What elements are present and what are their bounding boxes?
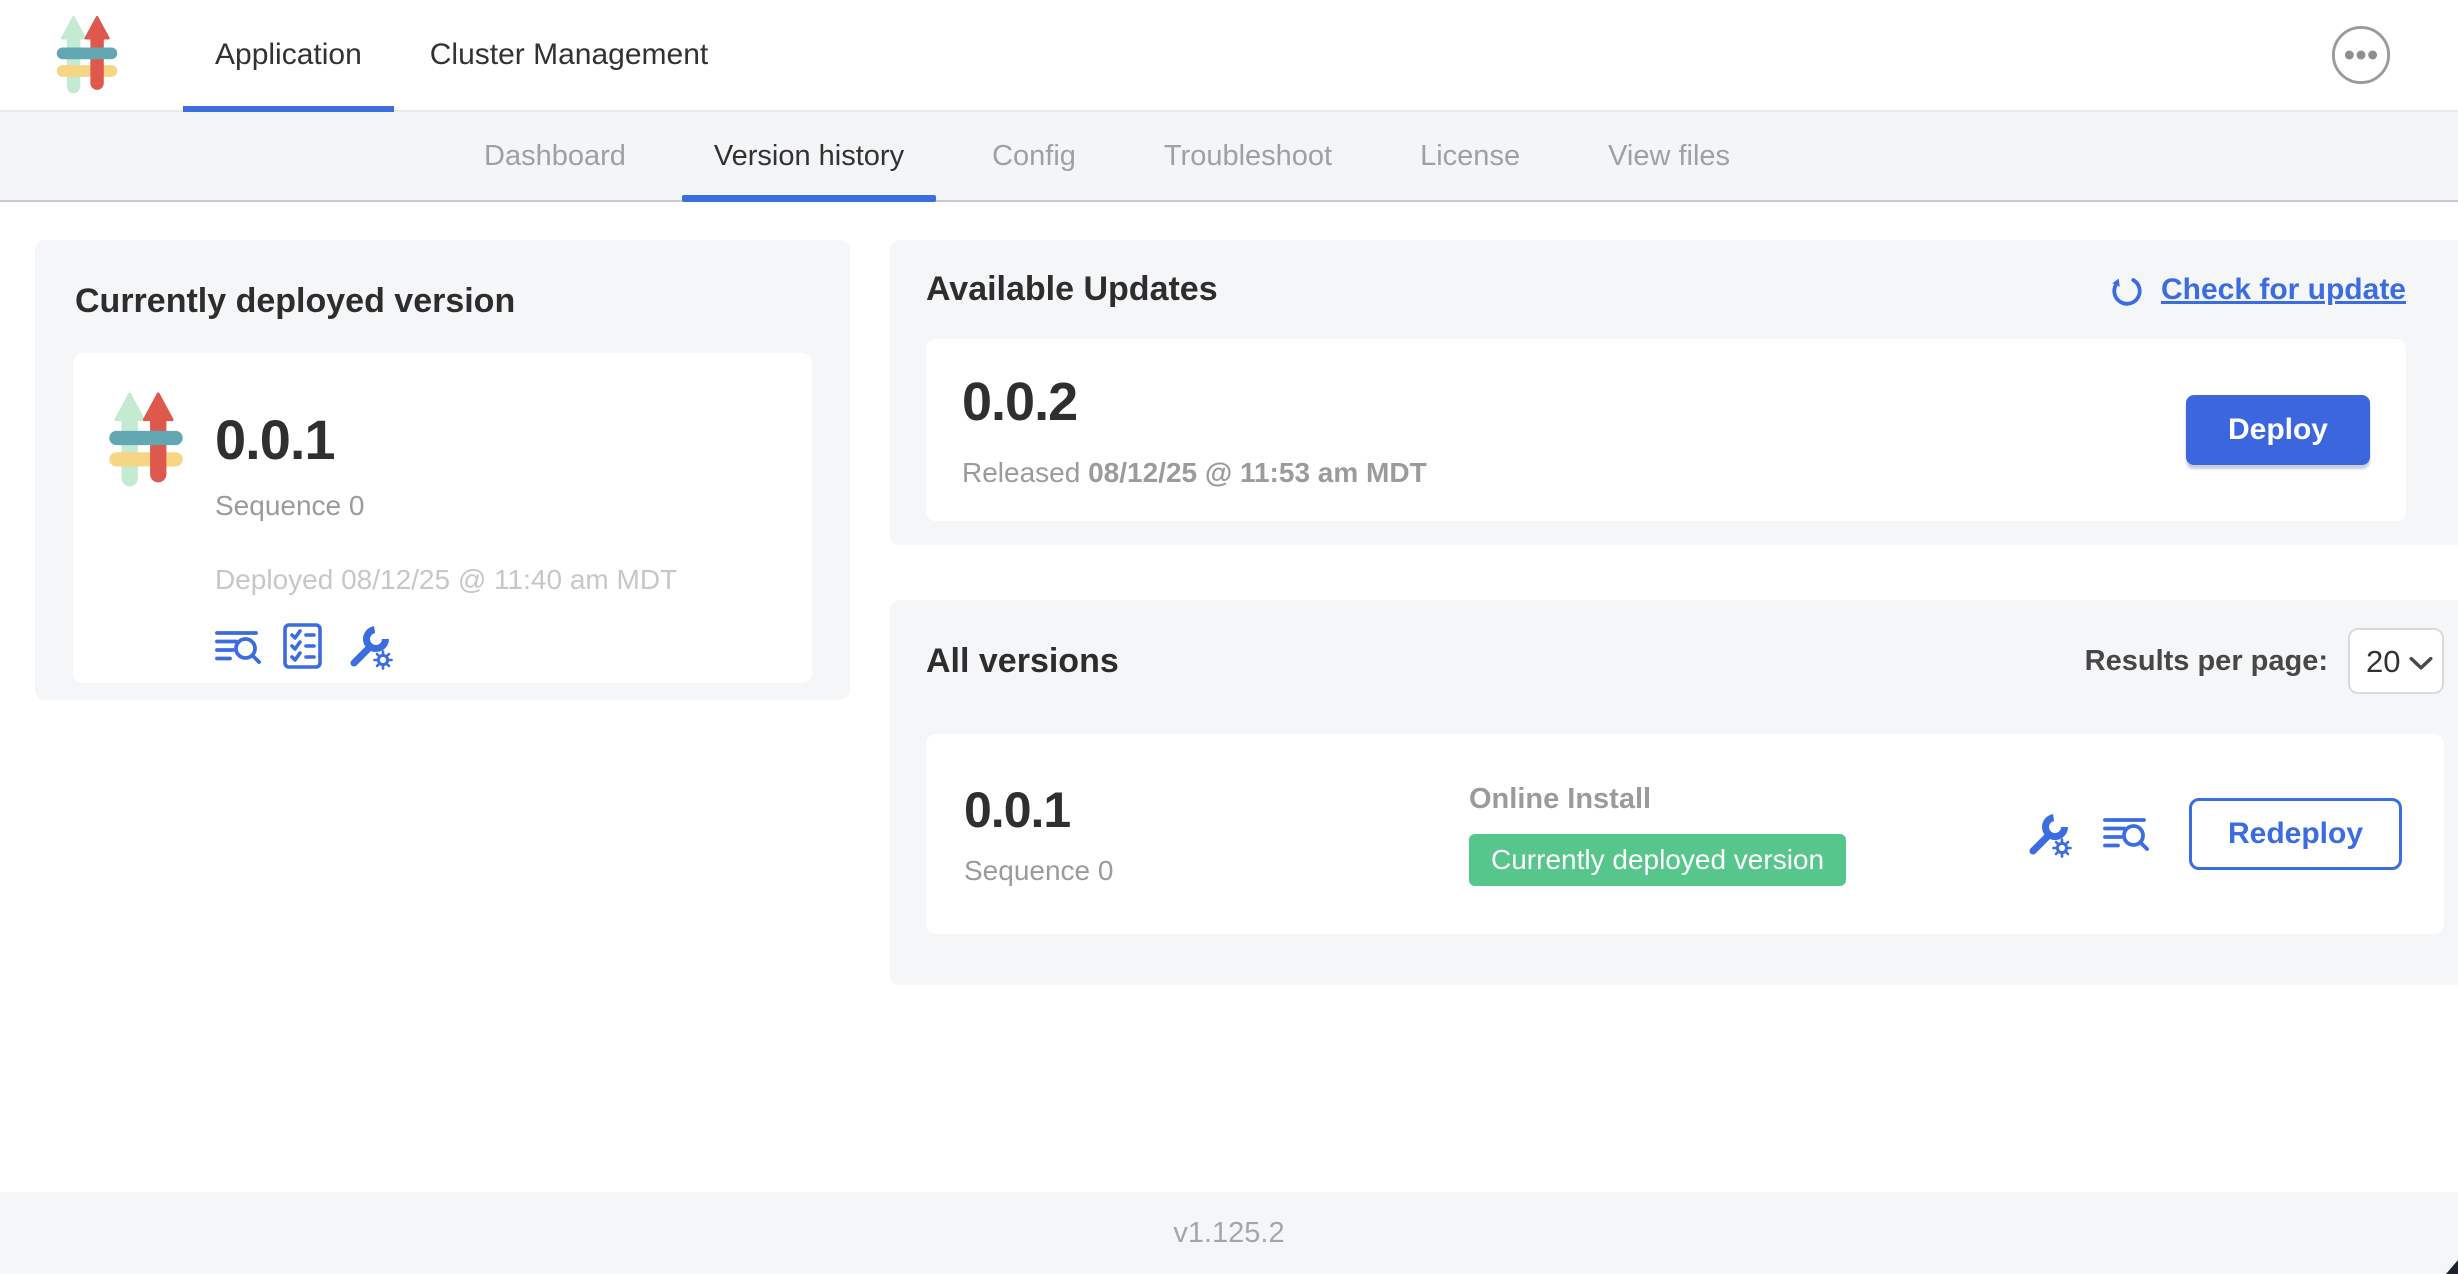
released-date: 08/12/25 @ 11:53 am MDT bbox=[1088, 457, 1427, 488]
available-updates-title: Available Updates bbox=[926, 270, 1218, 309]
preflight-checklist-icon[interactable] bbox=[283, 623, 323, 670]
released-label: Released bbox=[962, 457, 1080, 488]
tab-license-label: License bbox=[1420, 140, 1520, 173]
update-row: 0.0.2 Released 08/12/25 @ 11:53 am MDT D… bbox=[926, 339, 2406, 521]
wrench-gear-icon[interactable] bbox=[345, 622, 394, 671]
tab-config-label: Config bbox=[992, 140, 1076, 173]
console-version: v1.125.2 bbox=[1173, 1217, 1284, 1250]
deploy-button[interactable]: Deploy bbox=[2186, 395, 2370, 465]
tab-version-history-label: Version history bbox=[714, 140, 904, 173]
tab-dashboard[interactable]: Dashboard bbox=[440, 112, 670, 200]
all-versions-title: All versions bbox=[926, 642, 1119, 681]
deployed-version-number: 0.0.1 bbox=[215, 407, 677, 472]
logs-search-icon[interactable] bbox=[2103, 815, 2149, 853]
top-header: Application Cluster Management bbox=[0, 0, 2458, 112]
install-type-label: Online Install bbox=[1469, 783, 2024, 816]
app-logo bbox=[55, 0, 119, 110]
cursor-artifact bbox=[2442, 1256, 2458, 1274]
available-updates-card: Available Updates Check for update 0.0.2… bbox=[890, 240, 2458, 545]
header-tabs: Application Cluster Management bbox=[181, 0, 742, 110]
tab-cluster-management[interactable]: Cluster Management bbox=[396, 0, 742, 110]
tab-config[interactable]: Config bbox=[948, 112, 1120, 200]
app-subnav: Dashboard Version history Config Trouble… bbox=[0, 112, 2458, 202]
wrench-gear-icon[interactable] bbox=[2024, 810, 2073, 859]
currently-deployed-badge: Currently deployed version bbox=[1469, 834, 1846, 886]
currently-deployed-card: Currently deployed version 0.0.1 Sequenc… bbox=[35, 240, 850, 700]
results-per-page-label: Results per page: bbox=[2085, 645, 2328, 678]
check-for-update-link[interactable]: Check for update bbox=[2109, 272, 2406, 308]
tab-troubleshoot-label: Troubleshoot bbox=[1164, 140, 1332, 173]
tab-application-label: Application bbox=[215, 38, 362, 72]
deployed-timestamp: Deployed 08/12/25 @ 11:40 am MDT bbox=[215, 564, 677, 596]
tab-troubleshoot[interactable]: Troubleshoot bbox=[1120, 112, 1376, 200]
console-footer: v1.125.2 bbox=[0, 1192, 2458, 1274]
row-version-number: 0.0.1 bbox=[964, 781, 1469, 839]
check-for-update-label: Check for update bbox=[2161, 273, 2406, 307]
all-versions-card: All versions Results per page: 20 0 bbox=[890, 600, 2458, 985]
tab-license[interactable]: License bbox=[1376, 112, 1564, 200]
tab-view-files[interactable]: View files bbox=[1564, 112, 1774, 200]
app-logo-icon bbox=[107, 389, 185, 491]
redeploy-button[interactable]: Redeploy bbox=[2189, 798, 2402, 870]
app-logo-icon bbox=[55, 13, 119, 97]
tab-cluster-management-label: Cluster Management bbox=[430, 38, 708, 72]
row-sequence: Sequence 0 bbox=[964, 855, 1469, 887]
ellipsis-menu-icon[interactable] bbox=[2330, 24, 2392, 86]
row-actions: Redeploy bbox=[2024, 798, 2406, 870]
refresh-icon bbox=[2109, 272, 2145, 308]
tab-version-history[interactable]: Version history bbox=[670, 112, 948, 200]
tab-dashboard-label: Dashboard bbox=[484, 140, 626, 173]
tab-application[interactable]: Application bbox=[181, 0, 396, 110]
version-row: 0.0.1 Sequence 0 Online Install Currentl… bbox=[926, 734, 2444, 934]
deployed-card-title: Currently deployed version bbox=[75, 282, 812, 321]
update-released-line: Released 08/12/25 @ 11:53 am MDT bbox=[962, 457, 1427, 489]
main-content: Currently deployed version 0.0.1 Sequenc… bbox=[0, 202, 2458, 1192]
update-version-number: 0.0.2 bbox=[962, 371, 1427, 433]
results-per-page-select[interactable]: 20 bbox=[2348, 628, 2444, 694]
deployed-version-actions bbox=[215, 622, 677, 671]
deployed-version-panel: 0.0.1 Sequence 0 Deployed 08/12/25 @ 11:… bbox=[73, 353, 812, 683]
logs-search-icon[interactable] bbox=[215, 628, 261, 666]
deployed-sequence: Sequence 0 bbox=[215, 490, 677, 522]
tab-view-files-label: View files bbox=[1608, 140, 1730, 173]
